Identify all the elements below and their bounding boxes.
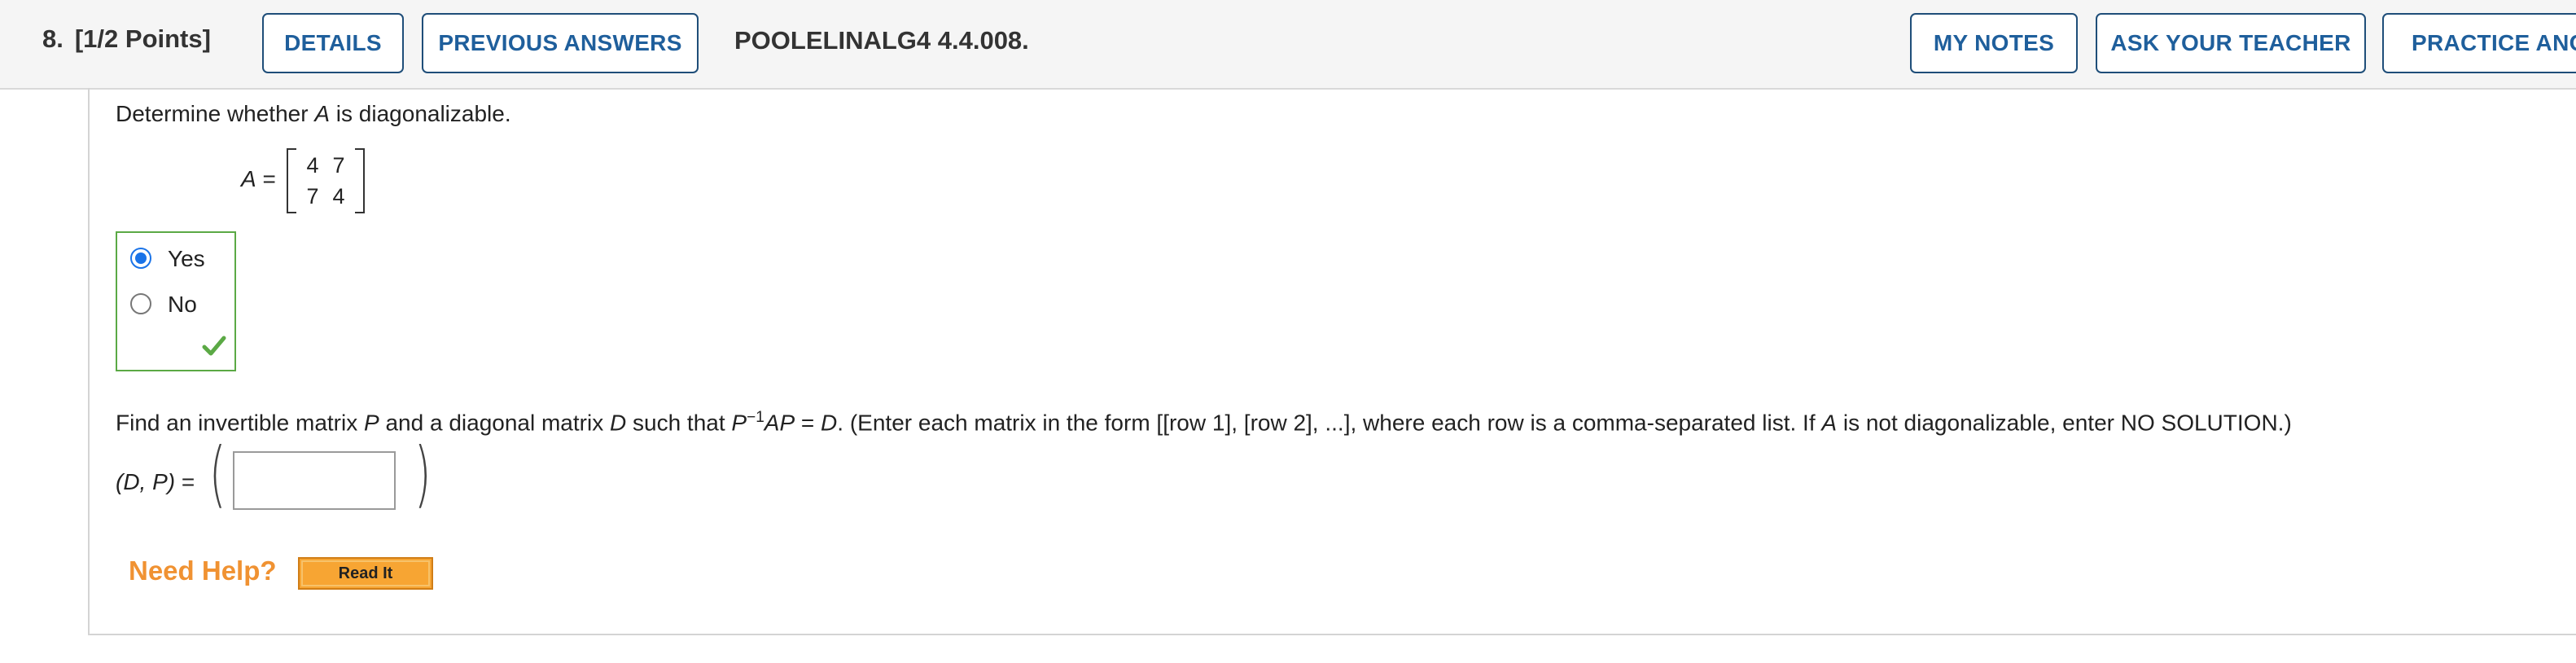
prompt-text: is not diagonalizable, enter NO SOLUTION… [1837,410,2292,436]
paren-close: ) [414,432,432,516]
matrix-cell: 4 [332,184,345,209]
question-id: POOLELINALG4 4.4.008. [734,26,1029,55]
radio-yes-label[interactable]: Yes [168,246,205,272]
prompt-var: P [731,410,747,436]
matrix-cell: 7 [332,153,345,178]
correct-check-icon [202,336,226,356]
question-number-label: 8. [42,24,64,53]
part2-prompt: Find an invertible matrix P and a diagon… [116,409,2292,436]
pair-label: (D, P) [116,469,176,494]
prompt-var: A [314,101,331,126]
question-header: 8. [1/2 Points] DETAILS PREVIOUS ANSWERS … [0,0,2576,90]
practice-another-button[interactable]: PRACTICE ANO [2382,13,2576,73]
bracket-right [355,148,365,213]
previous-answers-button[interactable]: PREVIOUS ANSWERS [422,13,699,73]
matrix-a: 4 7 7 4 [287,148,365,215]
radio-no[interactable] [130,293,151,314]
my-notes-button[interactable]: MY NOTES [1910,13,2078,73]
answer-choices: Yes No [116,231,236,371]
prompt-var: AP [764,410,795,436]
ask-teacher-button[interactable]: ASK YOUR TEACHER [2096,13,2366,73]
prompt-text: Find an invertible matrix [116,410,365,436]
matrix-cell: 4 [306,153,319,178]
part1-prompt: Determine whether A is diagonalizable. [116,101,511,127]
prompt-text: such that [626,410,732,436]
answer-label: (D, P) = [116,469,195,495]
prompt-var: P [364,410,379,436]
need-help-label: Need Help? [129,555,277,586]
prompt-var: D [821,410,838,436]
prompt-text: = [795,410,821,436]
points-label: [1/2 Points] [74,24,211,53]
question-panel: Determine whether A is diagonalizable. A… [88,88,2576,635]
prompt-text: Determine whether [116,101,315,126]
details-button[interactable]: DETAILS [262,13,404,73]
bracket-left [287,148,296,213]
read-it-button[interactable]: Read It [298,557,433,590]
prompt-text: . (Enter each matrix in the form [[row 1… [837,410,1822,436]
matrix-cell: 7 [306,184,319,209]
prompt-text: is diagonalizable. [330,101,511,126]
answer-input[interactable] [233,451,396,510]
equals-sign: = [262,166,276,191]
matrix-name: A [241,166,256,191]
radio-no-label[interactable]: No [168,292,197,318]
equals-sign: = [175,469,195,494]
prompt-var: A [1821,410,1838,436]
matrix-lhs: A = [241,166,276,192]
exponent: −1 [747,409,764,426]
radio-yes[interactable] [130,248,151,269]
prompt-var: D [609,410,627,436]
question-number: 8. [1/2 Points] [42,24,211,54]
paren-open: ( [208,432,226,516]
